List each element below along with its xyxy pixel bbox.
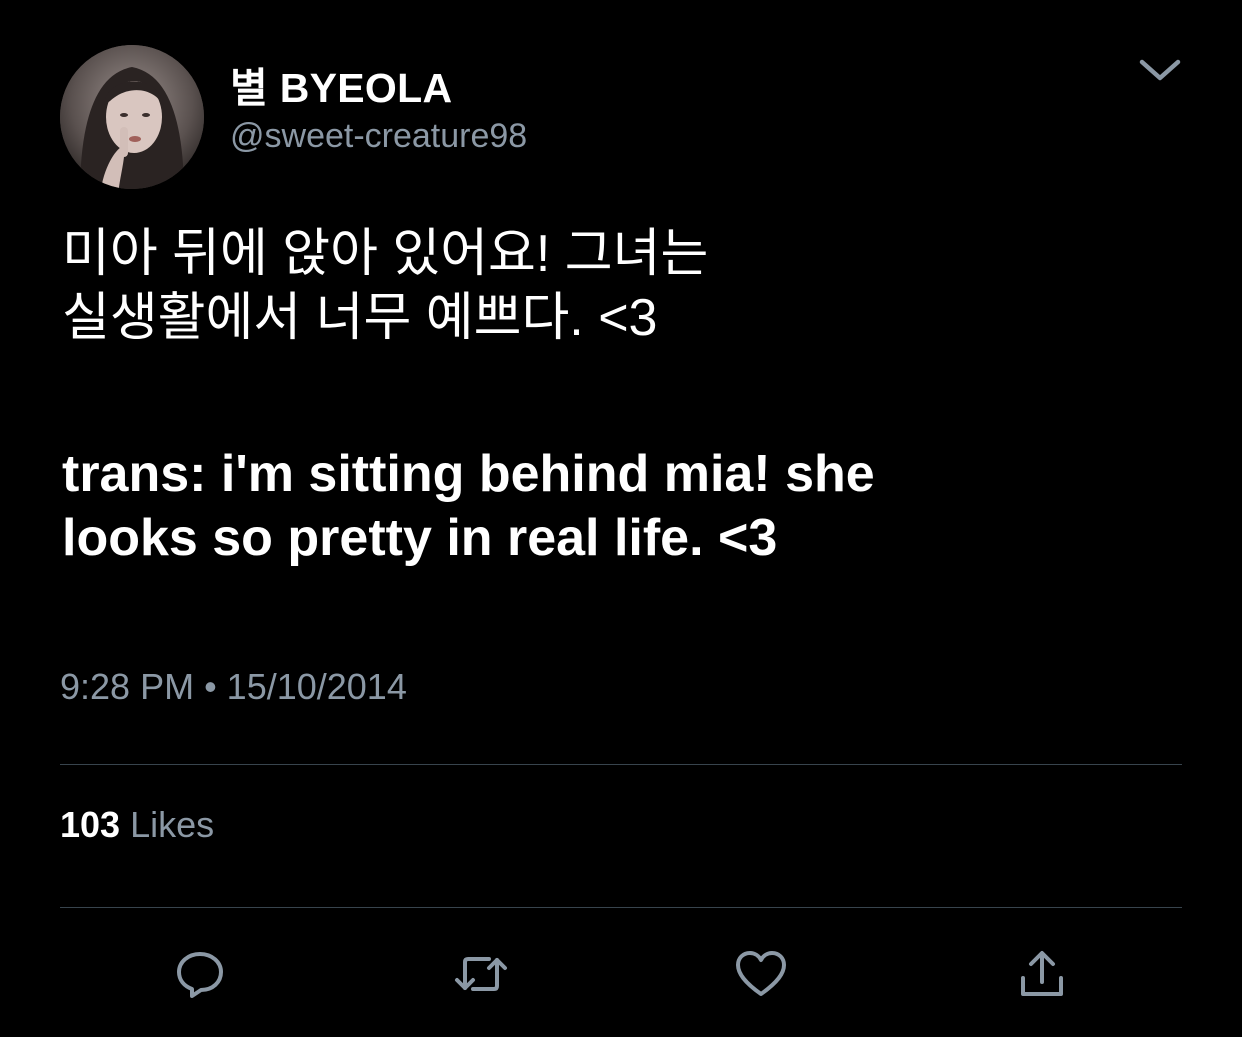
tweet-text-trans-line1: trans: i'm sitting behind mia! she: [62, 445, 875, 503]
tweet-text-trans-line2: looks so pretty in real life. <3: [62, 509, 778, 567]
reply-button[interactable]: [172, 948, 228, 1000]
likes-label: Likes: [130, 804, 215, 845]
reply-icon: [177, 952, 223, 998]
display-name[interactable]: 별 BYEOLA: [230, 54, 452, 114]
retweet-icon: [455, 957, 507, 991]
likes-summary[interactable]: 103 Likes: [60, 804, 214, 846]
share-button[interactable]: [1014, 948, 1070, 1000]
likes-count: 103: [60, 804, 121, 845]
divider: [60, 764, 1182, 765]
divider: [60, 907, 1182, 908]
like-button[interactable]: [733, 948, 789, 1000]
user-handle[interactable]: @sweet-creature98: [230, 117, 527, 156]
tweet-card: 별 BYEOLA @sweet-creature98 미아 뒤에 앉아 있어요!…: [0, 0, 1242, 1037]
tweet-text-korean-line1: 미아 뒤에 앉아 있어요! 그녀는: [62, 225, 709, 283]
share-icon: [1021, 951, 1063, 996]
retweet-button[interactable]: [453, 948, 509, 1000]
heart-icon: [736, 951, 786, 996]
tweet-body: 미아 뒤에 앉아 있어요! 그녀는 실생활에서 너무 예쁘다. <3 trans…: [62, 222, 1172, 570]
tweet-timestamp[interactable]: 9:28 PM • 15/10/2014: [60, 666, 407, 708]
avatar-image: [60, 45, 204, 189]
tweet-text-korean-line2: 실생활에서 너무 예쁘다. <3: [62, 289, 658, 347]
avatar[interactable]: [60, 45, 204, 189]
chevron-down-icon[interactable]: [1136, 52, 1184, 88]
